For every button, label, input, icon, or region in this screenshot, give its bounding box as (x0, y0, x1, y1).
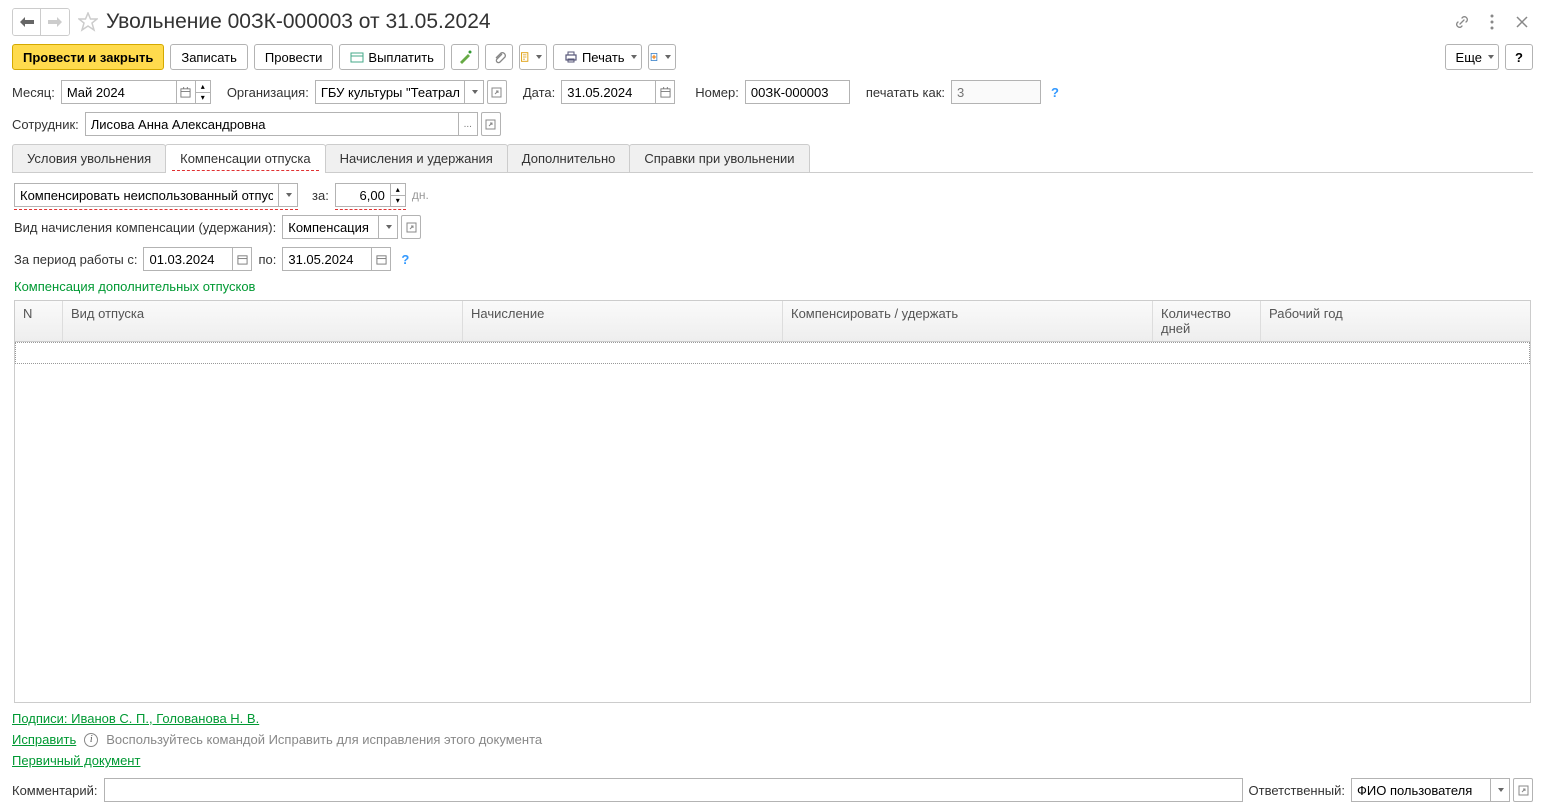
print-as-help-icon[interactable]: ? (1047, 85, 1063, 100)
print-as-input[interactable] (951, 80, 1041, 104)
comment-label: Комментарий: (12, 783, 98, 798)
comp-mode-select[interactable] (14, 183, 279, 207)
tab-vacation-compensation[interactable]: Компенсации отпуска (165, 144, 326, 172)
number-label: Номер: (695, 85, 739, 100)
pay-button-label: Выплатить (368, 50, 434, 65)
info-icon: i (84, 733, 98, 747)
period-help-icon[interactable]: ? (397, 252, 413, 267)
period-from-label: За период работы с: (14, 252, 137, 267)
favorite-star-icon[interactable] (76, 10, 100, 34)
comp-for-label: за: (312, 188, 329, 203)
post-and-close-button[interactable]: Провести и закрыть (12, 44, 164, 70)
comp-type-input[interactable] (282, 215, 379, 239)
responsible-label: Ответственный: (1249, 783, 1345, 798)
more-button[interactable]: Еще (1445, 44, 1499, 70)
tab-accruals-deductions[interactable]: Начисления и удержания (325, 144, 508, 172)
tab-additional[interactable]: Дополнительно (507, 144, 631, 172)
period-from-input[interactable] (143, 247, 233, 271)
comp-days-input[interactable] (335, 183, 391, 207)
month-label: Месяц: (12, 85, 55, 100)
responsible-dropdown-button[interactable] (1490, 778, 1510, 802)
actions-dropdown-button[interactable] (648, 44, 676, 70)
close-icon[interactable] (1511, 11, 1533, 33)
org-dropdown-button[interactable] (464, 80, 484, 104)
employee-open-button[interactable] (481, 112, 501, 136)
pay-button[interactable]: Выплатить (339, 44, 445, 70)
employee-label: Сотрудник: (12, 117, 79, 132)
nav-group (12, 8, 70, 36)
attach-icon-button[interactable] (485, 44, 513, 70)
grid-col-compensate[interactable]: Компенсировать / удержать (783, 301, 1153, 341)
report-dropdown-button[interactable] (519, 44, 547, 70)
kebab-menu-icon[interactable] (1481, 11, 1503, 33)
month-up-button[interactable]: ▴ (195, 80, 211, 92)
month-down-button[interactable]: ▾ (195, 92, 211, 104)
period-to-input[interactable] (282, 247, 372, 271)
comment-input[interactable] (104, 778, 1243, 802)
grid-col-days[interactable]: Количество дней (1153, 301, 1261, 341)
signatures-link[interactable]: Подписи: Иванов С. П., Голованова Н. В. (12, 711, 1533, 726)
additional-vacation-grid: N Вид отпуска Начисление Компенсировать … (14, 300, 1531, 703)
save-button[interactable]: Записать (170, 44, 248, 70)
month-input[interactable] (61, 80, 177, 104)
grid-col-year[interactable]: Рабочий год (1261, 301, 1530, 341)
grid-col-type[interactable]: Вид отпуска (63, 301, 463, 341)
tab-dismissal-terms[interactable]: Условия увольнения (12, 144, 166, 172)
responsible-input[interactable] (1351, 778, 1491, 802)
tab-dismissal-certs[interactable]: Справки при увольнении (629, 144, 809, 172)
org-input[interactable] (315, 80, 465, 104)
grid-col-n[interactable]: N (15, 301, 63, 341)
fix-hint: Воспользуйтесь командой Исправить для ис… (106, 732, 542, 747)
comp-days-down-button[interactable]: ▾ (390, 195, 406, 207)
grid-new-row[interactable] (15, 342, 1530, 364)
more-button-label: Еще (1456, 50, 1482, 65)
link-icon[interactable] (1451, 11, 1473, 33)
employee-input[interactable] (85, 112, 459, 136)
comp-mode-dropdown-button[interactable] (278, 183, 298, 207)
date-calendar-button[interactable] (655, 80, 675, 104)
fix-link[interactable]: Исправить (12, 732, 76, 747)
print-as-label: печатать как: (866, 85, 945, 100)
period-to-calendar-button[interactable] (371, 247, 391, 271)
post-button[interactable]: Провести (254, 44, 334, 70)
print-button[interactable]: Печать (553, 44, 642, 70)
nav-forward-button[interactable] (41, 9, 69, 35)
comp-type-label: Вид начисления компенсации (удержания): (14, 220, 276, 235)
grid-col-accrual[interactable]: Начисление (463, 301, 783, 341)
help-button[interactable]: ? (1505, 44, 1533, 70)
number-input[interactable] (745, 80, 850, 104)
date-input[interactable] (561, 80, 656, 104)
grid-body[interactable] (15, 342, 1530, 702)
accrue-icon-button[interactable] (451, 44, 479, 70)
print-button-label: Печать (582, 50, 625, 65)
primary-document-link[interactable]: Первичный документ (12, 753, 1533, 768)
comp-section-title: Компенсация дополнительных отпусков (14, 279, 1531, 294)
comp-type-dropdown-button[interactable] (378, 215, 398, 239)
responsible-open-button[interactable] (1513, 778, 1533, 802)
comp-days-up-button[interactable]: ▴ (390, 183, 406, 195)
comp-days-unit: дн. (412, 188, 429, 202)
nav-back-button[interactable] (13, 9, 41, 35)
date-label: Дата: (523, 85, 555, 100)
org-open-button[interactable] (487, 80, 507, 104)
period-from-calendar-button[interactable] (232, 247, 252, 271)
org-label: Организация: (227, 85, 309, 100)
page-title: Увольнение 00ЗК-000003 от 31.05.2024 (106, 10, 1445, 34)
comp-type-open-button[interactable] (401, 215, 421, 239)
month-calendar-button[interactable] (176, 80, 196, 104)
employee-select-button[interactable]: ... (458, 112, 478, 136)
period-to-label: по: (258, 252, 276, 267)
